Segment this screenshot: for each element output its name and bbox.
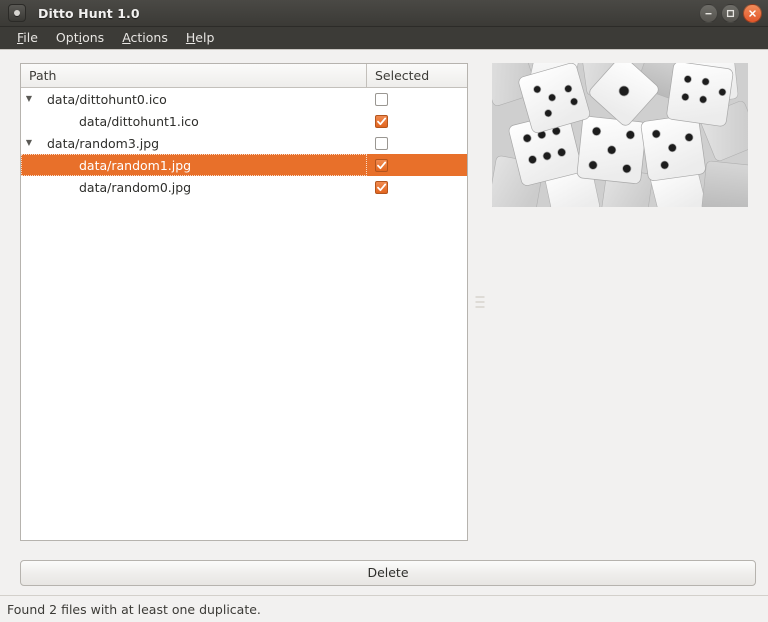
expander-triangle-icon[interactable]: ▼	[21, 88, 37, 110]
row-selected-cell[interactable]	[367, 88, 467, 110]
maximize-icon	[726, 9, 735, 18]
table-row[interactable]: ▼ data/random3.jpg	[21, 132, 467, 154]
table-row[interactable]: . data/dittohunt1.ico	[21, 110, 467, 132]
close-icon	[749, 10, 756, 17]
row-selected-cell[interactable]	[367, 132, 467, 154]
row-checkbox-checked-icon[interactable]	[375, 114, 388, 128]
window-controls	[699, 4, 762, 23]
row-path-cell[interactable]: . data/dittohunt1.ico	[21, 110, 367, 132]
app-icon	[8, 4, 26, 22]
row-label: data/random3.jpg	[47, 135, 160, 151]
checkmark-icon	[377, 183, 387, 191]
menu-bar: File Options Actions Help	[0, 27, 768, 50]
column-header-path[interactable]: Path	[21, 64, 367, 87]
close-button[interactable]	[743, 4, 762, 23]
window-title: Ditto Hunt 1.0	[38, 5, 140, 21]
title-bar[interactable]: Ditto Hunt 1.0	[0, 0, 768, 27]
row-label: data/dittohunt1.ico	[79, 113, 199, 129]
row-path-cell[interactable]: . data/random0.jpg	[21, 176, 367, 198]
row-label: data/random0.jpg	[79, 179, 192, 195]
app-dot-icon	[14, 10, 20, 16]
expander-triangle-icon[interactable]: ▼	[21, 132, 37, 154]
row-path-cell[interactable]: . data/random1.jpg	[21, 154, 367, 176]
minimize-icon	[705, 13, 712, 15]
row-selected-cell[interactable]	[367, 154, 467, 176]
tree-body: ▼ data/dittohunt0.ico . data/dittohunt1.…	[21, 88, 467, 540]
delete-button[interactable]: Delete	[20, 560, 756, 586]
expander-placeholder-icon: .	[21, 176, 37, 198]
row-checkbox-checked-icon[interactable]	[375, 158, 388, 172]
row-label: data/random1.jpg	[79, 157, 192, 173]
tree-header: Path Selected	[21, 64, 467, 88]
checkmark-icon	[377, 117, 387, 125]
row-checkbox-checked-icon[interactable]	[375, 180, 388, 194]
row-path-cell[interactable]: ▼ data/dittohunt0.ico	[21, 88, 367, 110]
row-path-cell[interactable]: ▼ data/random3.jpg	[21, 132, 367, 154]
expander-placeholder-icon: .	[21, 110, 37, 132]
column-header-selected[interactable]: Selected	[367, 64, 467, 87]
row-selected-cell[interactable]	[367, 110, 467, 132]
table-row-selected[interactable]: . data/random1.jpg	[21, 154, 467, 176]
row-checkbox-unchecked-icon[interactable]	[375, 136, 388, 150]
preview-pane	[492, 63, 756, 541]
row-checkbox-unchecked-icon[interactable]	[375, 92, 388, 106]
status-text: Found 2 files with at least one duplicat…	[7, 601, 261, 617]
status-bar: Found 2 files with at least one duplicat…	[0, 595, 768, 622]
main-content: Path Selected ▼ data/dittohunt0.ico data…	[0, 50, 768, 560]
paned-container: Path Selected ▼ data/dittohunt0.ico data…	[20, 63, 756, 560]
table-row[interactable]: ▼ data/dittohunt0.ico	[21, 88, 467, 110]
row-selected-cell[interactable]	[367, 176, 467, 198]
dice-photo-preview-icon	[492, 63, 748, 207]
menu-item-help[interactable]: Help	[177, 28, 224, 48]
menu-item-file[interactable]: File	[8, 28, 47, 48]
pane-splitter[interactable]	[468, 63, 492, 541]
maximize-button[interactable]	[721, 4, 740, 23]
app-window: Ditto Hunt 1.0 File Options Actions Help…	[0, 0, 768, 622]
splitter-grip-icon	[475, 296, 485, 308]
menu-item-options[interactable]: Options	[47, 28, 113, 48]
duplicates-tree-view[interactable]: Path Selected ▼ data/dittohunt0.ico data…	[20, 63, 468, 541]
bottom-action-bar: Delete	[0, 560, 768, 595]
expander-placeholder-icon: .	[21, 154, 37, 176]
minimize-button[interactable]	[699, 4, 718, 23]
image-preview	[492, 63, 748, 207]
table-row[interactable]: . data/random0.jpg	[21, 176, 467, 198]
row-label: data/dittohunt0.ico	[47, 91, 167, 107]
checkmark-icon	[377, 161, 387, 169]
menu-item-actions[interactable]: Actions	[113, 28, 177, 48]
